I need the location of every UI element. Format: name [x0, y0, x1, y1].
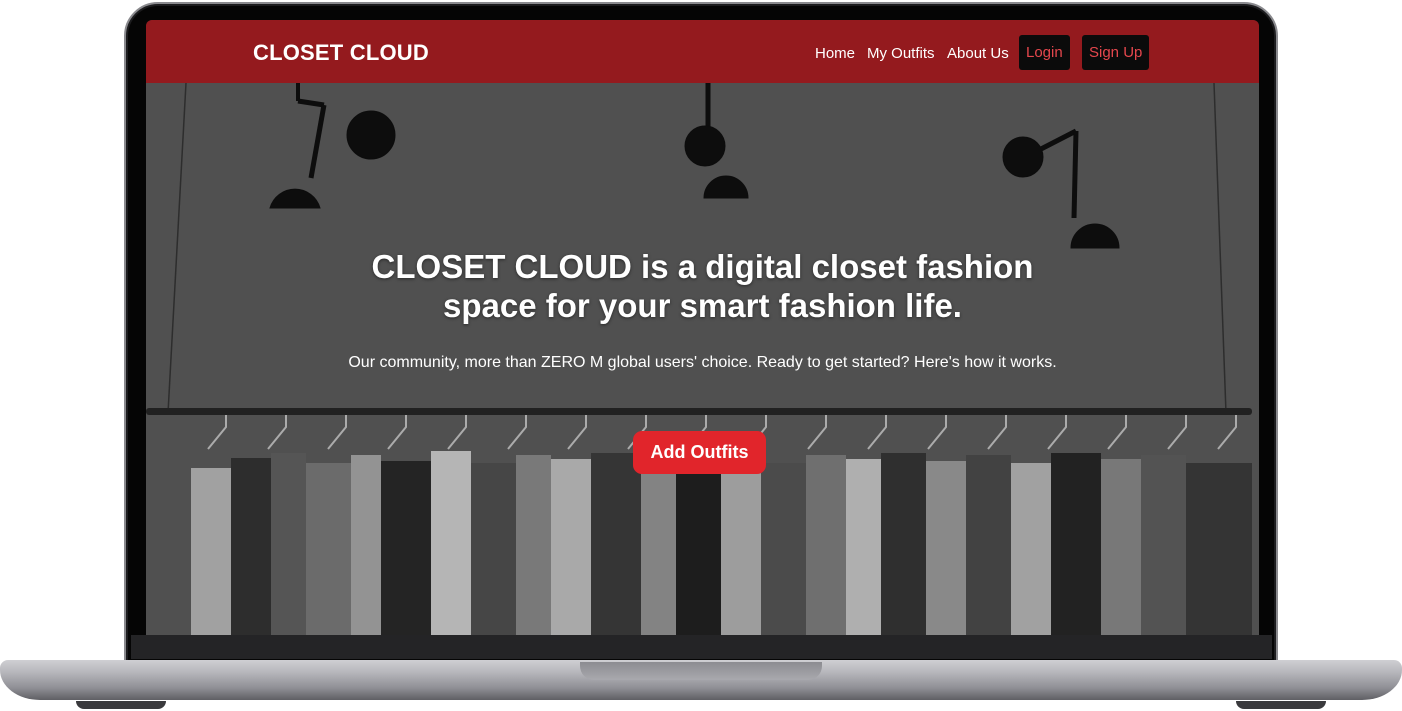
brand-logo[interactable]: CLOSET CLOUD — [253, 40, 429, 66]
website-screen: CLOSET CLOUD Home My Outfits About Us Lo… — [146, 20, 1259, 635]
laptop-foot-right — [1236, 701, 1326, 709]
add-outfits-button[interactable]: Add Outfits — [633, 431, 766, 474]
hero-subtitle: Our community, more than ZERO M global u… — [348, 354, 1057, 371]
laptop-mockup: CLOSET CLOUD Home My Outfits About Us Lo… — [0, 0, 1402, 711]
navbar: CLOSET CLOUD Home My Outfits About Us Lo… — [146, 20, 1259, 83]
hero-title: CLOSET CLOUD is a digital closet fashion… — [371, 248, 1034, 324]
hero-section: CLOSET CLOUD is a digital closet fashion… — [146, 83, 1259, 635]
login-button[interactable]: Login — [1019, 35, 1070, 70]
screen-bottom-edge — [131, 635, 1272, 659]
signup-button[interactable]: Sign Up — [1082, 35, 1150, 70]
nav-link-about-us[interactable]: About Us — [947, 45, 1009, 62]
laptop-foot-left — [76, 701, 166, 709]
laptop-notch — [580, 662, 822, 680]
nav-link-my-outfits[interactable]: My Outfits — [867, 45, 935, 62]
nav-link-home[interactable]: Home — [815, 45, 855, 62]
